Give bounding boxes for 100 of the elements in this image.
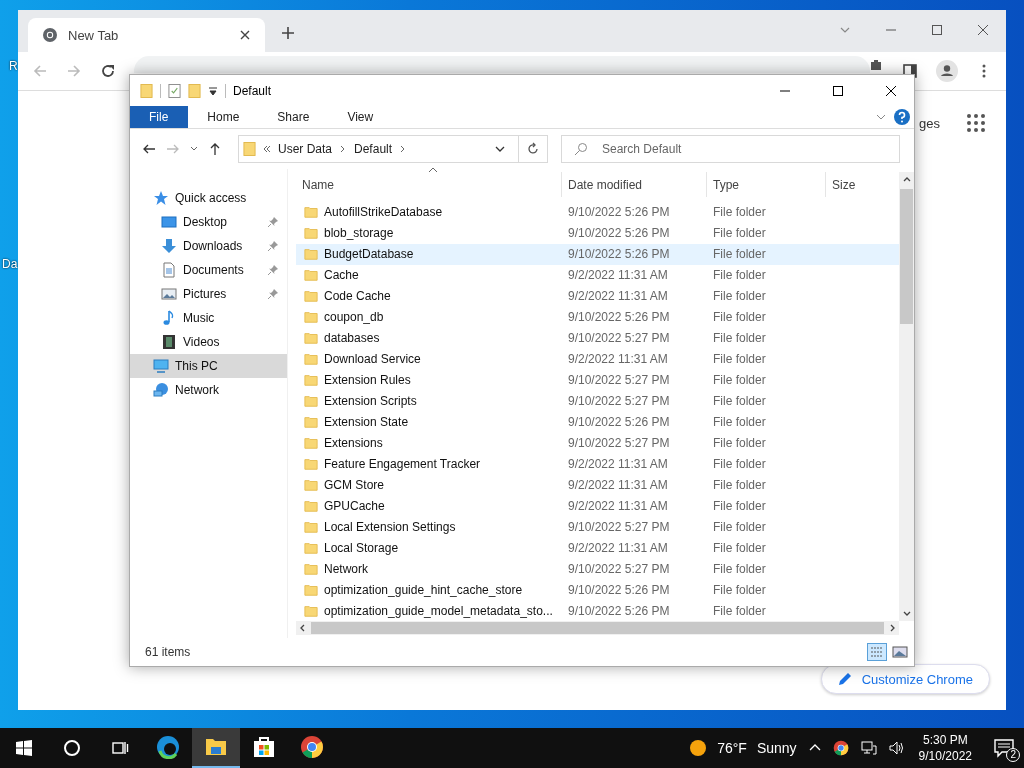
sidebar-item[interactable]: Downloads: [130, 234, 287, 258]
sidebar-item[interactable]: Documents: [130, 258, 287, 282]
horizontal-scrollbar[interactable]: [296, 621, 899, 636]
file-row[interactable]: Extension Rules 9/10/2022 5:27 PM File folder: [296, 369, 899, 391]
file-row[interactable]: Extension Scripts 9/10/2022 5:27 PM File folder: [296, 390, 899, 412]
file-row[interactable]: Extensions 9/10/2022 5:27 PM File folder: [296, 432, 899, 454]
profile-avatar-icon[interactable]: [936, 60, 958, 82]
properties-icon[interactable]: [168, 82, 181, 99]
folder-icon: [304, 456, 318, 471]
file-row[interactable]: Cache 9/2/2022 11:31 AM File folder: [296, 264, 899, 286]
file-row[interactable]: GPUCache 9/2/2022 11:31 AM File folder: [296, 495, 899, 517]
search-field[interactable]: Search Default: [561, 135, 900, 163]
address-bar[interactable]: User Data Default: [238, 135, 548, 163]
file-row[interactable]: AutofillStrikeDatabase 9/10/2022 5:26 PM File folder: [296, 202, 899, 223]
sidebar-item[interactable]: Videos: [130, 330, 287, 354]
file-type: File folder: [712, 435, 767, 450]
browser-tab[interactable]: New Tab: [28, 18, 265, 52]
maximize-icon[interactable]: [832, 84, 844, 97]
ribbon-tab[interactable]: Home: [188, 106, 259, 128]
scroll-down-icon[interactable]: [902, 609, 911, 617]
sidebar-item[interactable]: Desktop: [130, 210, 287, 234]
sun-icon[interactable]: [689, 739, 708, 757]
sidebar-item[interactable]: Music: [130, 306, 287, 330]
column-header[interactable]: Size: [826, 172, 897, 197]
customize-chrome-button[interactable]: Customize Chrome: [820, 664, 990, 694]
new-tab-icon[interactable]: [281, 26, 295, 40]
close-icon[interactable]: [239, 29, 251, 41]
expand-ribbon-icon[interactable]: [876, 112, 886, 122]
recent-locations-icon[interactable]: [190, 145, 198, 153]
file-date: 9/2/2022 11:31 AM: [567, 477, 669, 492]
folder-icon: [304, 310, 318, 325]
folder-icon: [304, 477, 318, 492]
breadcrumb-item[interactable]: User Data: [278, 142, 333, 156]
file-row[interactable]: blob_storage 9/10/2022 5:26 PM File folder: [296, 222, 899, 244]
file-name: optimization_guide_model_metadata_sto...: [324, 603, 553, 618]
weather-condition[interactable]: Sunny: [756, 740, 797, 756]
back-icon[interactable]: [142, 142, 156, 156]
close-icon[interactable]: [977, 24, 989, 36]
weather-temperature[interactable]: 76°F: [717, 740, 747, 756]
file-type: File folder: [712, 310, 767, 325]
scroll-right-icon[interactable]: [888, 624, 896, 633]
taskbar-app-button[interactable]: [192, 728, 240, 768]
maximize-icon[interactable]: [931, 24, 943, 36]
apps-grid-icon[interactable]: [966, 113, 986, 133]
file-row[interactable]: Extension State 9/10/2022 5:26 PM File folder: [296, 411, 899, 433]
file-date: 9/10/2022 5:26 PM: [567, 226, 671, 241]
file-row[interactable]: Network 9/10/2022 5:27 PM File folder: [296, 558, 899, 580]
chrome-icon[interactable]: [832, 740, 849, 756]
dropdown-icon[interactable]: [495, 144, 505, 154]
file-type: File folder: [712, 331, 767, 346]
ribbon-tab[interactable]: File: [130, 106, 189, 128]
folder-icon: [304, 373, 318, 388]
file-row[interactable]: Local Extension Settings 9/10/2022 5:27 PM File folder: [296, 516, 899, 538]
column-header[interactable]: Type: [707, 172, 826, 197]
sidebar-item[interactable]: Network: [130, 378, 287, 402]
file-row[interactable]: optimization_guide_model_metadata_sto... 9/10/2022 5:26 PM File folder: [296, 600, 899, 622]
clock-date[interactable]: 9/10/2022: [918, 748, 972, 764]
up-icon[interactable]: [208, 142, 222, 156]
file-row[interactable]: databases 9/10/2022 5:27 PM File folder: [296, 327, 899, 349]
file-row[interactable]: Feature Engagement Tracker 9/2/2022 11:31 AM File folder: [296, 453, 899, 475]
file-row[interactable]: optimization_guide_hint_cache_store 9/10/2022 5:26 PM File folder: [296, 579, 899, 601]
notifications-button[interactable]: 2: [984, 728, 1024, 768]
large-icons-view-icon[interactable]: [890, 643, 910, 661]
file-row[interactable]: Code Cache 9/2/2022 11:31 AM File folder: [296, 285, 899, 307]
overflow-chevrons-icon[interactable]: [263, 145, 271, 153]
scroll-left-icon[interactable]: [299, 624, 307, 633]
network-icon[interactable]: [860, 740, 877, 756]
extensions-icon[interactable]: [868, 57, 884, 73]
column-header[interactable]: Name: [296, 172, 562, 197]
file-type: File folder: [712, 582, 767, 597]
volume-icon[interactable]: [888, 740, 905, 756]
file-row[interactable]: GCM Store 9/2/2022 11:31 AM File folder: [296, 474, 899, 496]
ribbon-tab[interactable]: View: [328, 106, 393, 128]
search-icon: [574, 142, 588, 156]
file-row[interactable]: Local Storage 9/2/2022 11:31 AM File folder: [296, 537, 899, 559]
breadcrumb-item[interactable]: Default: [354, 142, 393, 156]
column-header[interactable]: Date modified: [562, 172, 707, 197]
sidebar-item[interactable]: This PC: [130, 354, 287, 378]
sidebar-item[interactable]: Quick access: [130, 186, 287, 210]
file-row[interactable]: BudgetDatabase 9/10/2022 5:26 PM File folder: [296, 243, 899, 265]
film-icon: [161, 334, 177, 350]
help-icon[interactable]: [894, 109, 910, 125]
file-type: File folder: [712, 456, 767, 471]
vertical-scrollbar[interactable]: [899, 172, 914, 621]
sidebar-item[interactable]: Pictures: [130, 282, 287, 306]
computer-icon: [153, 358, 169, 374]
file-date: 9/10/2022 5:27 PM: [567, 519, 671, 534]
reload-icon[interactable]: [100, 63, 116, 79]
file-date: 9/2/2022 11:31 AM: [567, 540, 669, 555]
scroll-up-icon[interactable]: [902, 176, 911, 184]
close-icon[interactable]: [885, 84, 897, 97]
file-type: File folder: [712, 373, 767, 388]
file-date: 9/10/2022 5:27 PM: [567, 394, 671, 409]
ribbon-tab[interactable]: Share: [258, 106, 329, 128]
images-link[interactable]: ges: [919, 115, 940, 131]
clock-time[interactable]: 5:30 PM: [922, 732, 968, 748]
folder-icon: [304, 415, 318, 429]
customize-toolbar-icon[interactable]: [208, 85, 218, 96]
file-row[interactable]: coupon_db 9/10/2022 5:26 PM File folder: [296, 306, 899, 328]
file-row[interactable]: Download Service 9/2/2022 11:31 AM File folder: [296, 348, 899, 370]
